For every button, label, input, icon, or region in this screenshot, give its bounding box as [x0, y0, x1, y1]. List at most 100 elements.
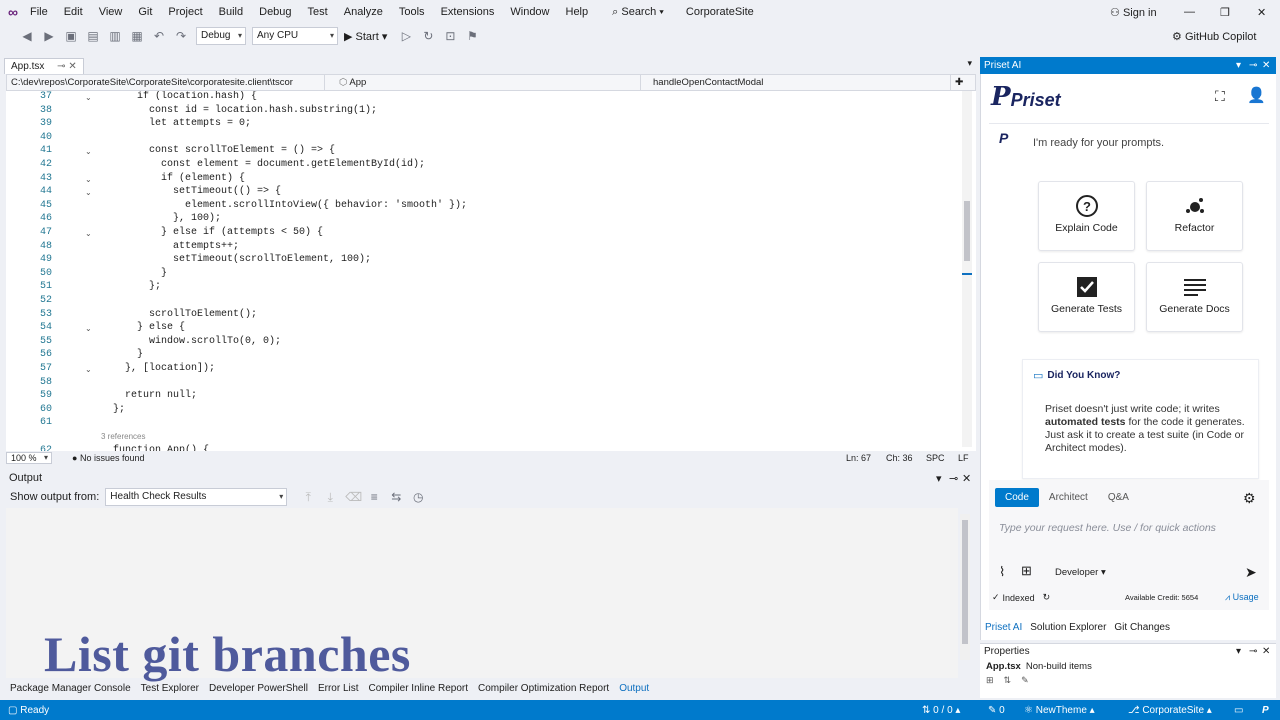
vs-logo-icon[interactable]: ∞	[8, 4, 18, 20]
line-number-status[interactable]: Ln: 67	[846, 453, 871, 463]
platform-select[interactable]: Any CPU ▾	[252, 27, 338, 45]
clear-all-icon[interactable]: ⌫	[345, 490, 362, 504]
code-line[interactable]: window.scrollTo(0, 0);	[101, 336, 281, 347]
menu-test[interactable]: Test	[308, 6, 328, 18]
scrollbar-thumb[interactable]	[962, 520, 968, 644]
no-issues-indicator[interactable]: ● No issues found	[72, 453, 145, 463]
save-all-icon[interactable]: ▦	[130, 29, 144, 43]
usage-link[interactable]: ⩘ Usage	[1225, 592, 1259, 603]
close-icon[interactable]: ✕	[68, 61, 76, 72]
tab-priset-ai[interactable]: Priset AI	[985, 622, 1022, 633]
menu-analyze[interactable]: Analyze	[344, 6, 383, 18]
window-position-icon[interactable]: ▾	[1236, 60, 1241, 71]
close-icon[interactable]: ✕	[1262, 60, 1270, 71]
add-context-icon[interactable]: ⊞	[1021, 563, 1032, 579]
menu-help[interactable]: Help	[566, 6, 589, 18]
pin-icon[interactable]: ⊸	[949, 472, 958, 485]
code-line[interactable]: }	[101, 349, 143, 360]
code-line[interactable]: }, [location]);	[101, 363, 215, 374]
tab-solution-explorer[interactable]: Solution Explorer	[1030, 622, 1106, 633]
menu-view[interactable]: View	[99, 6, 123, 18]
save-icon[interactable]: ▥	[108, 29, 122, 43]
menu-window[interactable]: Window	[510, 6, 549, 18]
tab-test-explorer[interactable]: Test Explorer	[141, 683, 199, 694]
code-line[interactable]: if (location.hash) {	[101, 91, 257, 102]
tab-overflow-icon[interactable]: ▾	[967, 58, 972, 69]
menu-git[interactable]: Git	[138, 6, 152, 18]
menu-build[interactable]: Build	[219, 6, 243, 18]
categorized-icon[interactable]: ⊞	[986, 675, 994, 686]
code-line[interactable]: };	[101, 404, 125, 415]
find-next-icon[interactable]: ⤓	[323, 490, 337, 504]
split-icon[interactable]: ✚	[955, 77, 963, 88]
sign-in-button[interactable]: ⚇ Sign in	[1110, 6, 1157, 19]
toggle-wrap-icon[interactable]: ⇆	[389, 490, 403, 504]
send-icon[interactable]: ➤	[1245, 564, 1257, 581]
notifications-icon[interactable]: ▭	[1234, 705, 1243, 716]
code-line[interactable]: element.scrollIntoView({ behavior: 'smoo…	[101, 200, 467, 211]
start-button[interactable]: ▶ Start ▾	[344, 30, 387, 43]
role-dropdown[interactable]: Developer ▾	[1055, 567, 1106, 578]
whitespace-status[interactable]: SPC	[926, 453, 945, 463]
code-line[interactable]: scrollToElement();	[101, 309, 257, 320]
tab-app-tsx[interactable]: App.tsx ⊸ ✕	[4, 58, 84, 74]
word-wrap-icon[interactable]: ≡	[367, 490, 381, 504]
theme-status[interactable]: ⚛ NewTheme ▴	[1024, 705, 1095, 716]
column-status[interactable]: Ch: 36	[886, 453, 913, 463]
pin-icon[interactable]: ⊸	[57, 61, 65, 72]
code-line[interactable]: setTimeout(() => {	[101, 186, 281, 197]
new-project-icon[interactable]: ▣	[64, 29, 78, 43]
code-editor[interactable]: 37 ⌄ if (location.hash) {38 const id = lo…	[6, 91, 976, 451]
start-without-debug-icon[interactable]: ▷	[399, 29, 413, 43]
code-line[interactable]: setTimeout(scrollToElement, 100);	[101, 254, 371, 265]
reindex-icon[interactable]: ↻	[1043, 592, 1051, 603]
code-line[interactable]: }	[101, 268, 167, 279]
hot-reload-icon[interactable]: ↻	[421, 29, 435, 43]
menu-project[interactable]: Project	[168, 6, 202, 18]
code-line[interactable]: const id = location.hash.substring(1);	[101, 105, 377, 116]
menu-extensions[interactable]: Extensions	[441, 6, 495, 18]
attach-icon[interactable]: ⌇	[999, 564, 1005, 580]
window-position-icon[interactable]: ▾	[936, 472, 942, 485]
undo-icon[interactable]: ↶	[152, 29, 166, 43]
open-icon[interactable]: ▤	[86, 29, 100, 43]
menu-file[interactable]: File	[30, 6, 48, 18]
clock-icon[interactable]: ◷	[411, 490, 425, 504]
menu-tools[interactable]: Tools	[399, 6, 425, 18]
fold-toggle-icon[interactable]: ⌄	[85, 324, 92, 333]
expand-icon[interactable]: ⛶	[1215, 88, 1225, 105]
fold-toggle-icon[interactable]: ⌄	[85, 188, 92, 197]
account-icon[interactable]: 👤	[1247, 86, 1266, 104]
branch-status[interactable]: ⎇ CorporateSite ▴	[1128, 705, 1212, 716]
code-line[interactable]: const element = document.getElementById(…	[101, 159, 425, 170]
tab-git-changes[interactable]: Git Changes	[1114, 622, 1170, 633]
property-pages-icon[interactable]: ✎	[1021, 675, 1029, 686]
mode-architect[interactable]: Architect	[1039, 488, 1098, 507]
tab-package-manager-console[interactable]: Package Manager Console	[10, 683, 131, 694]
code-line[interactable]: return null;	[101, 390, 197, 401]
redo-icon[interactable]: ↷	[174, 29, 188, 43]
browser-icon[interactable]: ⊡	[443, 29, 457, 43]
file-path-dropdown[interactable]: C:\dev\repos\CorporateSite\CorporateSite…	[7, 75, 325, 90]
window-position-icon[interactable]: ▾	[1236, 646, 1241, 657]
refactor-card[interactable]: Refactor	[1146, 181, 1243, 251]
code-line[interactable]: attempts++;	[101, 241, 239, 252]
settings-gear-icon[interactable]: ⚙	[1243, 490, 1256, 507]
copilot-button[interactable]: ⚙ GitHub Copilot	[1172, 30, 1256, 43]
generate-docs-card[interactable]: Generate Docs	[1146, 262, 1243, 332]
code-line[interactable]: } else {	[101, 322, 185, 333]
menu-debug[interactable]: Debug	[259, 6, 291, 18]
priset-status-icon[interactable]: P	[1262, 705, 1269, 716]
zoom-select[interactable]: 100 % ▾	[6, 452, 52, 464]
find-previous-icon[interactable]: ⤒	[301, 490, 315, 504]
close-icon[interactable]: ✕	[962, 472, 971, 485]
fold-toggle-icon[interactable]: ⌄	[85, 229, 92, 238]
pending-edits-status[interactable]: ✎ 0	[988, 705, 1005, 716]
search-box[interactable]: ⌕ Search ▾	[612, 6, 664, 19]
close-icon[interactable]: ✕	[1262, 646, 1270, 657]
code-line[interactable]: } else if (attempts < 50) {	[101, 227, 323, 238]
tab-developer-powershell[interactable]: Developer PowerShell	[209, 683, 308, 694]
fold-toggle-icon[interactable]: ⌄	[85, 147, 92, 156]
alphabetical-icon[interactable]: ⇅	[1004, 675, 1012, 686]
line-ending-status[interactable]: LF	[958, 453, 969, 463]
